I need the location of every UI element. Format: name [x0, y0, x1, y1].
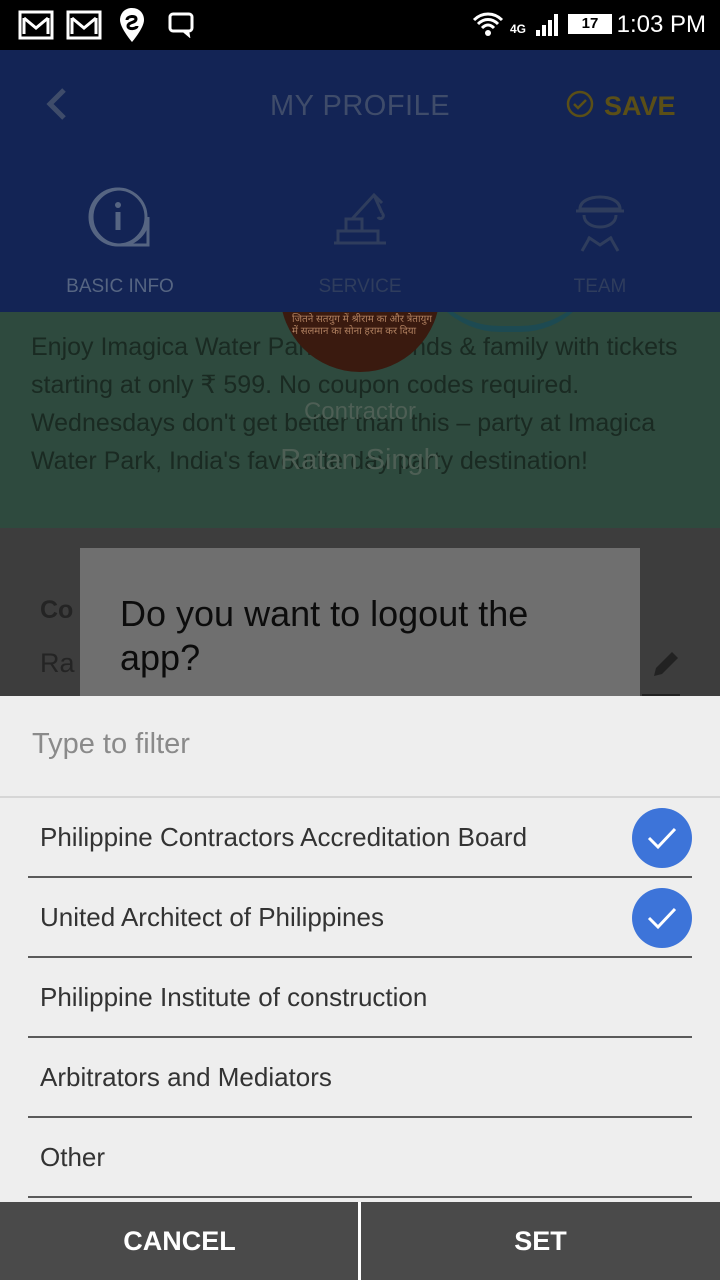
form-field-label: Co	[40, 596, 74, 624]
pencil-icon	[650, 648, 682, 685]
dialog-buttons: CANCEL SET	[0, 1202, 720, 1280]
gmail-icon	[66, 10, 102, 45]
gmail-icon	[18, 10, 54, 45]
avatar-caption: जितने सतयुग में श्रीराम का और त्रेतायुग …	[292, 314, 432, 337]
list-item-label: Other	[40, 1142, 106, 1172]
tab-basic-info[interactable]	[20, 185, 220, 249]
chat-icon	[168, 12, 194, 43]
list-item[interactable]: Philippine Contractors Accreditation Boa…	[28, 798, 692, 878]
check-circle-icon	[566, 90, 594, 123]
tab-label-basic-info: BASIC INFO	[66, 276, 174, 297]
checkmark-icon[interactable]	[632, 808, 692, 868]
network-type: 4G	[510, 22, 527, 36]
clock: 1:03 PM	[616, 11, 706, 38]
user-name: Ratan Singh	[280, 444, 440, 476]
tab-team[interactable]	[500, 185, 700, 253]
form-field-value: Ra	[40, 648, 75, 678]
list-item[interactable]: United Architect of Philippines	[28, 878, 692, 958]
save-label: SAVE	[604, 90, 676, 121]
worker-icon	[500, 185, 700, 253]
list-item-label: Philippine Contractors Accreditation Boa…	[40, 822, 528, 852]
list-item-label: Philippine Institute of construction	[40, 982, 428, 1012]
battery-icon: 17	[568, 14, 612, 34]
status-bar: 4G 17 1:03 PM	[0, 0, 720, 50]
list-item-label: Arbitrators and Mediators	[40, 1062, 332, 1092]
logout-dialog: Do you want to logout the app?	[80, 548, 640, 696]
swiggy-icon	[118, 6, 146, 49]
info-icon	[20, 185, 220, 249]
list-item[interactable]: Arbitrators and Mediators	[28, 1038, 692, 1118]
tab-label-team: TEAM	[573, 276, 627, 297]
tab-service[interactable]	[260, 185, 460, 249]
filter-input[interactable]	[32, 728, 692, 761]
save-button[interactable]: SAVE	[566, 88, 676, 124]
tab-label-service: SERVICE	[318, 276, 402, 297]
list-item[interactable]: Other	[28, 1118, 692, 1198]
wifi-icon	[472, 12, 504, 43]
list-item-label: United Architect of Philippines	[40, 902, 384, 932]
set-button[interactable]: SET	[361, 1202, 720, 1280]
checkmark-icon[interactable]	[632, 888, 692, 948]
signal-icon	[534, 12, 560, 43]
option-list: Philippine Contractors Accreditation Boa…	[28, 798, 692, 1198]
dialog-title: Do you want to logout the app?	[120, 593, 529, 678]
crane-icon	[260, 185, 460, 249]
list-item[interactable]: Philippine Institute of construction	[28, 958, 692, 1038]
cancel-button[interactable]: CANCEL	[0, 1202, 359, 1280]
profile-content: Enjoy Imagica Water Park with friends & …	[0, 312, 720, 528]
multi-select-sheet: Philippine Contractors Accreditation Boa…	[0, 696, 720, 1280]
user-role: Contractor	[303, 398, 417, 425]
